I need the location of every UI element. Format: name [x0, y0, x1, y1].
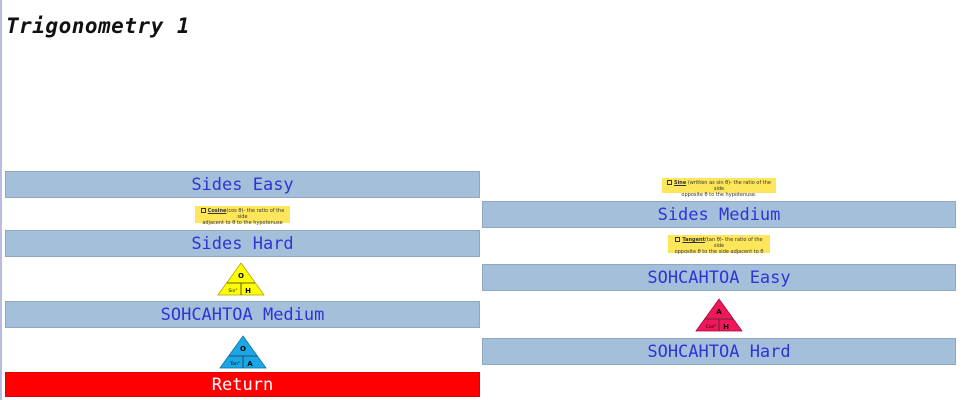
triangle-top-label: O [240, 345, 246, 353]
sine-definition-note: Sine (written as sin θ)- the ratio of th… [662, 178, 776, 198]
note-text-line1: (tan θ)- the ratio of the side [704, 237, 763, 249]
note-text-line1: (written as sin θ)- the ratio of the sid… [686, 180, 772, 192]
sohcahtoa-hard-button[interactable]: SOHCAHTOA Hard [482, 338, 956, 365]
tangent-definition-note: Tangent(tan θ)- the ratio of the side op… [668, 235, 770, 255]
bullet-icon [200, 208, 206, 213]
note-text-line2: opposite θ to the side adjacent to θ [674, 249, 764, 255]
note-text-line2: opposite θ to the hypotenuse. [681, 192, 757, 198]
sohcahtoa-easy-button[interactable]: SOHCAHTOA Easy [482, 264, 956, 291]
sin-triangle-icon: O Sin° H [217, 262, 265, 296]
page-title: Trigonometry 1 [6, 14, 191, 38]
page-left-border [0, 0, 2, 400]
note-term: Tangent [682, 237, 705, 243]
bullet-icon [666, 180, 672, 185]
return-button[interactable]: Return [5, 372, 480, 397]
sides-hard-button[interactable]: Sides Hard [5, 230, 480, 257]
triangle-left-label: Tan° [229, 361, 240, 367]
triangle-left-label: Cos° [706, 324, 717, 330]
note-term: Sine [673, 180, 687, 186]
triangle-top-label: O [238, 272, 244, 280]
triangle-right-label: H [723, 323, 729, 331]
sohcahtoa-medium-button[interactable]: SOHCAHTOA Medium [5, 301, 480, 328]
triangle-top-label: A [716, 308, 722, 316]
bullet-icon [675, 237, 681, 242]
note-text-line1: (cos θ)- the ratio of the side [226, 208, 285, 220]
triangle-right-label: H [245, 287, 251, 295]
tan-triangle-icon: O Tan° A [219, 335, 267, 369]
cos-triangle-icon: A Cos° H [695, 298, 743, 332]
triangle-left-label: Sin° [228, 288, 237, 294]
note-term: Cosine [207, 208, 227, 214]
sides-easy-button[interactable]: Sides Easy [5, 171, 480, 198]
sides-medium-button[interactable]: Sides Medium [482, 201, 956, 228]
cosine-definition-note: Cosine(cos θ)- the ratio of the side adj… [195, 206, 290, 226]
triangle-right-label: A [247, 360, 253, 368]
note-text-line2: adjacent to θ to the hypotenuse [202, 220, 283, 226]
